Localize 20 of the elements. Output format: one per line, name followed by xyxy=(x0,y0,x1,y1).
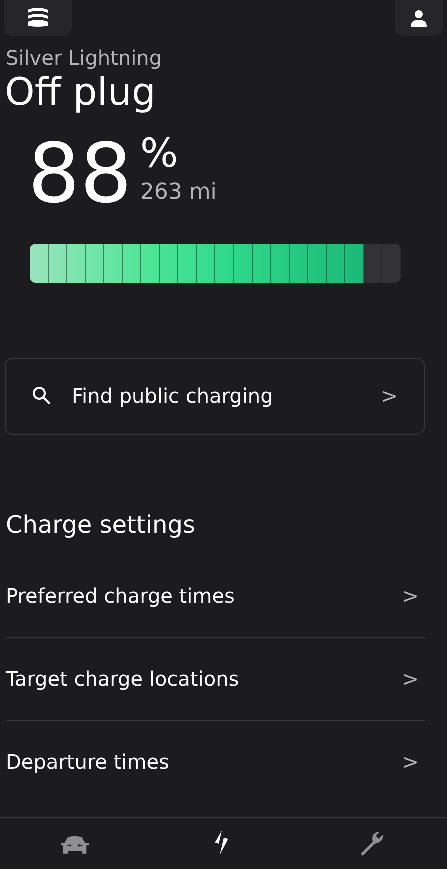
profile-button[interactable] xyxy=(395,0,443,36)
chevron-icon: > xyxy=(402,747,419,778)
person-icon xyxy=(411,10,427,26)
settings-row[interactable]: Preferred charge times > xyxy=(6,554,425,638)
settings-row[interactable]: Departure times > xyxy=(6,720,425,804)
settings-row[interactable]: Target charge locations > xyxy=(6,638,425,721)
chevron-icon: > xyxy=(402,664,419,694)
vehicle-name: Silver Lightning xyxy=(6,46,164,70)
vehicle-menu-button[interactable] xyxy=(4,0,72,36)
battery-percent: 88 xyxy=(28,134,132,216)
vehicle-layers-icon xyxy=(25,7,51,29)
car-icon xyxy=(60,834,88,854)
find-charging-button[interactable]: Find public charging > xyxy=(5,358,425,435)
search-icon xyxy=(32,386,52,406)
charging-status: Off plug xyxy=(5,70,158,116)
percent-sign: % xyxy=(140,134,180,174)
section-heading: Charge settings xyxy=(6,510,196,541)
chevron-icon: > xyxy=(402,580,419,611)
chevron-icon: > xyxy=(381,381,398,412)
range-estimate: 263 mi xyxy=(140,182,217,204)
